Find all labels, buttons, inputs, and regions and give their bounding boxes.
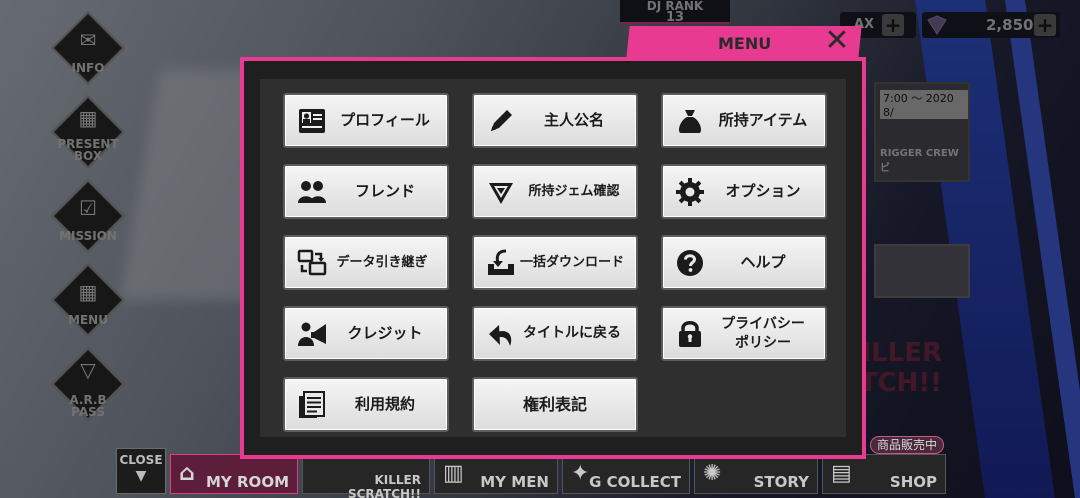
sale-badge: 商品販売中 [869, 436, 944, 454]
terms-of-use-button[interactable]: 利用規約 [283, 377, 449, 432]
menu-button-panel: プロフィール 主人公名 所持アイテム フレンド 所持ジェム確認 オプション デー… [260, 79, 846, 437]
nav-story[interactable]: ✺ STORY [694, 454, 818, 494]
friends-icon [298, 181, 326, 203]
pencil-icon [491, 110, 512, 131]
friends-button[interactable]: フレンド [283, 164, 449, 219]
data-transfer-label: データ引き継ぎ [336, 255, 428, 270]
document-icon [299, 391, 325, 418]
close-nav-label: CLOSE [119, 453, 163, 467]
gear-icon [676, 178, 704, 206]
terms-of-use-label: 利用規約 [354, 395, 415, 413]
nav-my-men[interactable]: ▥ MY MEN [434, 454, 558, 494]
menu-dialog: プロフィール 主人公名 所持アイテム フレンド 所持ジェム確認 オプション デー… [240, 57, 866, 459]
nav-my-room[interactable]: ⌂ MY ROOM [170, 454, 298, 494]
owned-items-label: 所持アイテム [718, 111, 808, 129]
help-label: ヘルプ [740, 253, 786, 271]
triangle-down-icon: ▼ [135, 468, 147, 484]
options-button[interactable]: オプション [661, 164, 827, 219]
options-label: オプション [725, 182, 801, 200]
credit-icon [298, 322, 326, 346]
nav-shop-label: SHOP [889, 473, 937, 491]
return-to-title-label: タイトルに戻る [523, 325, 621, 341]
menu-dialog-frame: プロフィール 主人公名 所持アイテム フレンド 所持ジェム確認 オプション デー… [244, 61, 862, 455]
nav-killer-scratch-label: KILLER SCRATCH!! [347, 473, 421, 498]
nav-story-label: STORY [753, 473, 809, 491]
nav-g-collect-label: G COLLECT [589, 473, 681, 491]
close-nav-button[interactable]: CLOSE ▼ [116, 448, 166, 494]
shop-icon: ▤ [831, 461, 852, 486]
nav-g-collect[interactable]: ✦ G COLLECT [562, 454, 690, 494]
profile-button[interactable]: プロフィール [283, 93, 449, 148]
story-burst-icon: ✺ [703, 461, 722, 486]
close-icon[interactable]: ✕ [820, 26, 854, 56]
profile-label: プロフィール [340, 111, 430, 129]
gem-check-button[interactable]: 所持ジェム確認 [472, 164, 638, 219]
bulk-download-label: 一括ダウンロード [519, 255, 624, 270]
nav-killer-scratch[interactable]: KILLER SCRATCH!! [302, 454, 430, 498]
download-icon [488, 249, 514, 275]
cards-icon: ▥ [443, 461, 464, 486]
protagonist-name-button[interactable]: 主人公名 [472, 93, 638, 148]
privacy-policy-label: プライバシー ポリシー [721, 315, 805, 351]
return-to-title-button[interactable]: タイトルに戻る [472, 306, 638, 361]
owned-items-button[interactable]: 所持アイテム [661, 93, 827, 148]
help-icon [677, 250, 703, 276]
nav-shop[interactable]: ▤ SHOP [822, 454, 946, 494]
gem-check-label: 所持ジェム確認 [528, 184, 620, 199]
collect-icon: ✦ [571, 461, 590, 486]
nav-my-room-label: MY ROOM [206, 473, 289, 491]
help-button[interactable]: ヘルプ [661, 235, 827, 290]
privacy-policy-button[interactable]: プライバシー ポリシー [661, 306, 827, 361]
nav-my-men-label: MY MEN [480, 473, 549, 491]
data-transfer-icon [297, 249, 327, 276]
rights-notation-label: 権利表記 [522, 395, 587, 414]
bag-icon [679, 110, 701, 133]
gem-icon [489, 183, 513, 204]
data-transfer-button[interactable]: データ引き継ぎ [283, 235, 449, 290]
menu-title: MENU [718, 34, 772, 53]
rights-notation-button[interactable]: 権利表記 [472, 377, 638, 432]
credits-label: クレジット [347, 324, 423, 342]
friends-label: フレンド [354, 182, 415, 200]
home-icon: ⌂ [179, 461, 195, 486]
return-arrow-icon [489, 325, 512, 346]
id-card-icon [299, 109, 325, 133]
credits-button[interactable]: クレジット [283, 306, 449, 361]
protagonist-name-label: 主人公名 [543, 111, 604, 129]
lock-icon [679, 321, 701, 347]
bulk-download-button[interactable]: 一括ダウンロード [472, 235, 638, 290]
